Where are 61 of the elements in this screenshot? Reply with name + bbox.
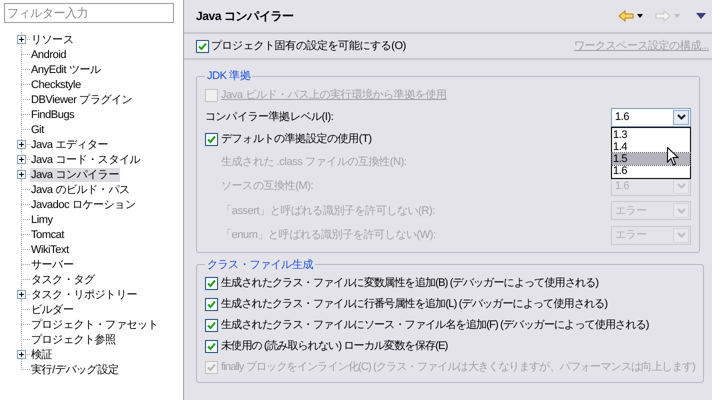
field-label: 「assert」と呼ばれる識別子を許可しない(R): (221, 204, 435, 218)
expand-icon[interactable] (17, 35, 26, 44)
tree-item[interactable]: Javadoc ロケーション (30, 198, 136, 212)
checkbox[interactable] (196, 40, 209, 52)
tree-item[interactable]: Java コンパイラー (30, 168, 120, 182)
checkbox-label: 生成されたクラス・ファイルに変数属性を追加(B) (デバッガーによって使用される) (221, 276, 598, 292)
cursor-icon (667, 146, 679, 166)
expand-icon[interactable] (17, 155, 26, 164)
tree-item[interactable]: ビルダー (30, 302, 74, 316)
tree-item[interactable]: 検証 (30, 348, 54, 362)
tree-item[interactable]: プロジェクト参照 (30, 332, 117, 346)
tree-item[interactable]: 実行/デバッグ設定 (30, 362, 120, 376)
expand-icon[interactable] (17, 290, 26, 299)
checkbox-label: デフォルトの準拠設定の使用(T) (221, 132, 372, 147)
checkbox-label: Java ビルド・パス上の実行環境から準拠を使用 (221, 88, 447, 103)
page-title: Java コンパイラー (196, 8, 294, 25)
tree-item[interactable]: タスク・タグ (30, 272, 96, 286)
tree-item[interactable]: Java のビルド・パス (30, 182, 130, 196)
tree-item[interactable]: リソース (30, 32, 74, 46)
menu-icon[interactable] (696, 13, 706, 19)
tree-item[interactable]: タスク・リポジトリー (30, 288, 138, 302)
expand-icon[interactable] (17, 170, 26, 179)
checkbox[interactable] (205, 298, 218, 311)
tree-item[interactable]: FindBugs (30, 108, 76, 122)
tree-item[interactable]: Git (30, 122, 45, 136)
field-label: 生成された .class ファイルの互換性(N): (221, 154, 407, 170)
field-label: ソースの互換性(M): (221, 179, 314, 194)
dropdown-option[interactable]: 1.4 (612, 140, 690, 152)
checkbox[interactable] (205, 319, 218, 332)
dropdown-option[interactable]: 1.5 (612, 152, 690, 164)
tree-item[interactable]: Java コード・スタイル (30, 152, 142, 166)
tree-item[interactable]: サーバー (30, 258, 74, 272)
tree-item[interactable]: プロジェクト・ファセット (30, 318, 160, 332)
expand-icon[interactable] (17, 140, 26, 149)
checkbox[interactable] (205, 132, 218, 146)
tree-item[interactable]: Checkstyle (30, 78, 82, 92)
group-title: クラス・ファイル生成 (206, 258, 314, 272)
checkbox-label: finally ブロックをインライン化(C) (クラス・ファイルは大きくなりますが、パフォーマンスは向上します) (221, 360, 696, 376)
checkbox-label: 生成されたクラス・ファイルに行番号属性を追加(L) (デバッガーによって使用される) (221, 296, 608, 312)
tree-item[interactable]: Android (30, 48, 68, 62)
field-label: コンパイラー準拠レベル(I): (205, 110, 334, 125)
tree-item[interactable]: WikiText (30, 242, 70, 256)
caret-icon[interactable] (637, 14, 643, 18)
tree-item[interactable]: DBViewer プラグイン (30, 92, 134, 106)
checkbox-label: 生成されたクラス・ファイルにソース・ファイル名を追加(F) (デバッガーによって使用される) (221, 318, 649, 334)
tree-item[interactable]: Java エディター (30, 138, 110, 152)
dropdown[interactable]: 1.6 (611, 108, 691, 126)
checkbox[interactable] (205, 277, 218, 290)
caret-icon[interactable] (676, 114, 686, 120)
checkbox-label: プロジェクト固有の設定を可能にする(O) (211, 38, 406, 54)
filter-field[interactable]: フィルター入力 (4, 3, 174, 23)
dropdown-option[interactable]: 1.6 (612, 164, 690, 176)
tree-item[interactable]: Tomcat (30, 228, 66, 242)
dropdown-option[interactable]: 1.3 (612, 128, 690, 140)
field-label: 「enum」と呼ばれる識別子を許可しない(W): (221, 228, 436, 243)
expand-icon[interactable] (17, 350, 26, 359)
tree-item[interactable]: Limy (30, 212, 54, 226)
checkbox-label: 未使用の (読み取られない) ローカル変数を保存(E) (221, 338, 448, 354)
checkbox[interactable] (205, 340, 218, 353)
tree-item[interactable]: AnyEdit ツール (30, 62, 102, 76)
group-title: JDK 準拠 (206, 69, 252, 84)
